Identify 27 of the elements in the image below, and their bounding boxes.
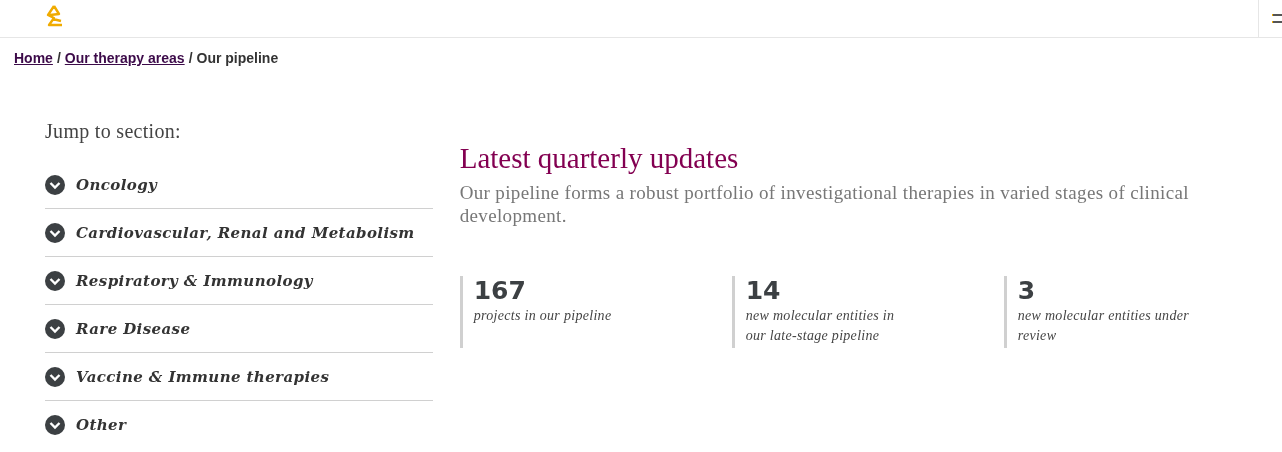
chevron-down-icon[interactable] [45, 318, 65, 339]
chevron-down-icon[interactable] [45, 415, 65, 435]
section-link[interactable]: Cardiovascular, Renal and Metabolism [76, 223, 415, 242]
chevron-down-icon[interactable] [45, 270, 65, 291]
breadcrumb-link[interactable]: Home [14, 50, 53, 66]
section-link[interactable]: Rare Disease [76, 319, 191, 338]
chevron-down-icon[interactable] [45, 366, 65, 387]
section-heading: Latest quarterly updates [459, 142, 740, 175]
section-link[interactable]: Other [76, 416, 127, 434]
intro-paragraph: Our pipeline forms a robust portfolio of investigational therapies in varied stages of clinical development. [459, 181, 1190, 227]
menu-icon[interactable] [1272, 12, 1282, 25]
section-link[interactable]: Respiratory & Immunology [76, 271, 313, 290]
stat-label: new molecular entities under review [1017, 307, 1190, 345]
chevron-down-icon[interactable] [45, 174, 65, 195]
section-link[interactable]: Vaccine & Immune therapies [76, 367, 330, 386]
chevron-down-icon[interactable] [45, 222, 65, 243]
stat-number: 14 [745, 276, 782, 306]
stat-number: 167 [473, 276, 527, 306]
breadcrumb-separator: / [188, 50, 193, 66]
breadcrumb-current: Our pipeline [196, 50, 279, 66]
stat-label: new molecular entities in our late-stage pipeline [745, 307, 896, 345]
sidebar-title: Jump to section: [45, 120, 182, 143]
stat-number: 3 [1017, 276, 1037, 306]
breadcrumb-link[interactable]: Our therapy areas [64, 50, 185, 66]
breadcrumb-separator: / [56, 50, 61, 66]
section-link[interactable]: Oncology [76, 175, 158, 194]
stat-label: projects in our pipeline [473, 307, 613, 325]
